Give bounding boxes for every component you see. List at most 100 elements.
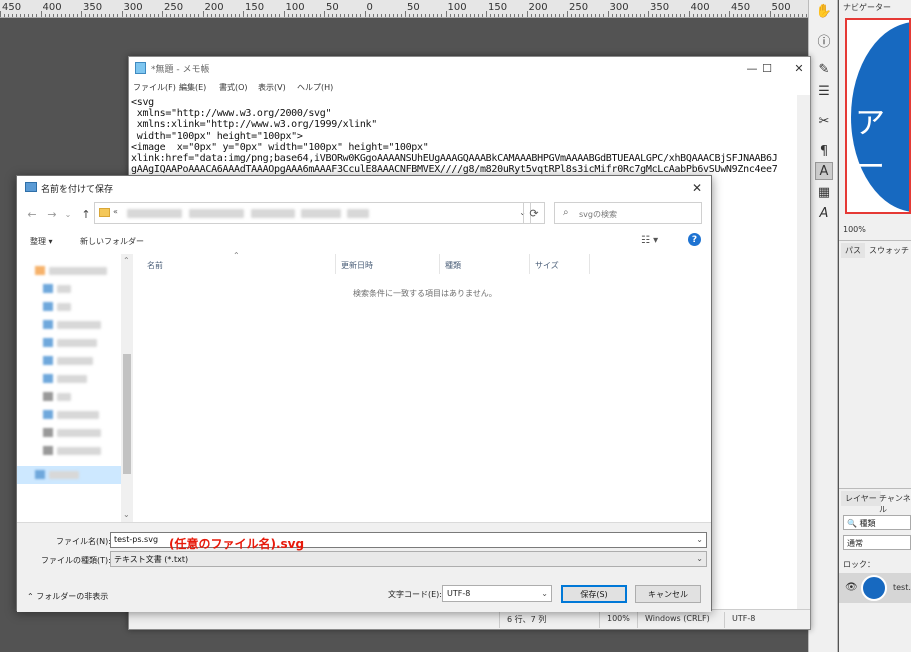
- tree-item[interactable]: [17, 370, 133, 388]
- adjust-icon[interactable]: ☰: [815, 82, 833, 100]
- layer-row[interactable]: 👁 test.: [839, 573, 911, 603]
- ruler-tick: [554, 14, 556, 17]
- cancel-button[interactable]: キャンセル: [635, 585, 701, 603]
- scroll-up-icon[interactable]: ⌃: [123, 256, 130, 265]
- filetype-select[interactable]: テキスト文書 (*.txt) ⌄: [110, 551, 707, 567]
- dialog-titlebar[interactable]: 名前を付けて保存 ✕: [17, 176, 711, 200]
- ruler-tick: [376, 14, 378, 17]
- close-icon[interactable]: ✕: [789, 60, 809, 76]
- brush-icon[interactable]: ✎: [815, 60, 833, 78]
- tree-item[interactable]: [17, 424, 133, 442]
- visibility-eye-icon[interactable]: 👁: [845, 582, 858, 593]
- blend-mode-select[interactable]: 通常: [843, 535, 911, 550]
- organize-button[interactable]: 整理 ▾: [30, 236, 53, 247]
- file-list[interactable]: ⌃ 名前 更新日時 種類 サイズ 検索条件に一致する項目はありません。: [135, 251, 712, 522]
- new-folder-button[interactable]: 新しいフォルダー: [80, 236, 144, 247]
- tree-item[interactable]: [17, 262, 133, 280]
- layer-filter[interactable]: 🔍 種類: [843, 515, 911, 530]
- ruler-label: 50: [326, 2, 339, 13]
- tree-item[interactable]: [17, 466, 133, 484]
- chevron-down-icon[interactable]: ⌄: [696, 535, 703, 544]
- ruler-label: 100: [447, 2, 467, 13]
- menu-help[interactable]: ヘルプ(H): [297, 82, 333, 93]
- character-icon[interactable]: A: [815, 162, 833, 180]
- ruler-tick: [607, 11, 609, 17]
- menu-view[interactable]: 表示(V): [258, 82, 286, 93]
- folder-icon: [43, 410, 53, 419]
- column-size[interactable]: サイズ: [535, 260, 559, 271]
- encoding-select[interactable]: UTF-8 ⌄: [442, 585, 552, 602]
- tree-item[interactable]: [17, 406, 133, 424]
- address-bar[interactable]: « ⌄: [94, 202, 531, 224]
- ruler-tick: [457, 14, 459, 17]
- tree-scrollbar[interactable]: ⌃ ⌄: [121, 254, 133, 522]
- ruler-tick: [603, 14, 605, 17]
- forward-arrow-icon[interactable]: →: [45, 207, 59, 221]
- tab-swatch[interactable]: スウォッチ: [869, 245, 909, 256]
- ruler-label: 100: [285, 2, 305, 13]
- ruler-tick: [72, 14, 74, 17]
- menu-file[interactable]: ファイル(F): [133, 82, 176, 93]
- navigator-zoom[interactable]: 100%: [843, 225, 866, 234]
- ruler-tick: [720, 14, 722, 17]
- column-name[interactable]: 名前: [147, 260, 163, 271]
- ruler-tick: [510, 14, 512, 17]
- tree-item[interactable]: [17, 388, 133, 406]
- back-arrow-icon[interactable]: ←: [25, 207, 39, 221]
- ruler-tick: [68, 14, 70, 17]
- ruler-tick: [226, 14, 228, 17]
- search-placeholder: svgの検索: [579, 210, 617, 219]
- help-icon[interactable]: ?: [688, 233, 701, 246]
- tree-item[interactable]: [17, 280, 133, 298]
- tree-item[interactable]: [17, 316, 133, 334]
- notepad-titlebar[interactable]: *無題 - メモ帳 — ☐ ✕: [129, 57, 810, 79]
- ruler-tick: [303, 14, 305, 17]
- scroll-thumb[interactable]: [123, 354, 131, 474]
- menu-edit[interactable]: 編集(E): [179, 82, 206, 93]
- paragraph-icon[interactable]: ¶: [815, 142, 833, 160]
- chevron-down-icon[interactable]: ⌄: [541, 589, 548, 598]
- ruler-label: 450: [731, 2, 751, 13]
- tree-item[interactable]: [17, 352, 133, 370]
- tab-layers[interactable]: レイヤー: [841, 491, 881, 506]
- close-icon[interactable]: ✕: [687, 179, 707, 197]
- menu-format[interactable]: 書式(O): [219, 82, 248, 93]
- styles-icon[interactable]: ▦: [815, 183, 833, 201]
- info-icon[interactable]: ⓘ: [815, 31, 833, 50]
- tree-item[interactable]: [17, 298, 133, 316]
- search-input[interactable]: ⌕ svgの検索: [554, 202, 702, 224]
- tools-icon[interactable]: ✂: [815, 112, 833, 130]
- column-modified[interactable]: 更新日時: [341, 260, 373, 271]
- ruler-tick: [433, 14, 435, 17]
- toolbar-grip-icon[interactable]: ✋: [815, 2, 833, 20]
- up-arrow-icon[interactable]: ↑: [79, 207, 93, 221]
- ruler-label: 50: [407, 2, 420, 13]
- hide-folders-button[interactable]: ⌃ フォルダーの非表示: [27, 591, 108, 602]
- ruler-tick: [672, 14, 674, 17]
- tree-item-label: [57, 321, 101, 329]
- ruler-tick: [28, 14, 30, 17]
- scroll-down-icon[interactable]: ⌄: [123, 510, 130, 519]
- ruler-tick: [542, 14, 544, 17]
- column-type[interactable]: 種類: [445, 260, 461, 271]
- save-button[interactable]: 保存(S): [561, 585, 627, 603]
- tab-channels[interactable]: チャンネル: [879, 493, 911, 515]
- view-options-icon[interactable]: ☷ ▾: [641, 235, 658, 246]
- folder-icon: [43, 428, 53, 437]
- chevron-down-icon[interactable]: ⌄: [696, 554, 703, 563]
- refresh-button[interactable]: ⟳: [523, 202, 545, 224]
- ruler-tick: [291, 14, 293, 17]
- tab-path[interactable]: パス: [841, 243, 865, 258]
- recent-chevron-icon[interactable]: ⌄: [61, 207, 75, 221]
- navigator-tab[interactable]: ナビゲーター: [843, 2, 891, 13]
- ruler-tick: [105, 14, 107, 17]
- status-line-ending: Windows (CRLF): [645, 614, 710, 623]
- glyph-icon[interactable]: A: [815, 204, 833, 222]
- tree-item[interactable]: [17, 334, 133, 352]
- notepad-scrollbar[interactable]: [797, 95, 810, 609]
- text-line: xmlns="http://www.w3.org/2000/svg": [131, 108, 332, 120]
- maximize-icon[interactable]: ☐: [757, 60, 777, 76]
- navigator-thumbnail[interactable]: アー: [845, 18, 911, 214]
- tree-item[interactable]: [17, 442, 133, 460]
- ruler-tick: [441, 14, 443, 17]
